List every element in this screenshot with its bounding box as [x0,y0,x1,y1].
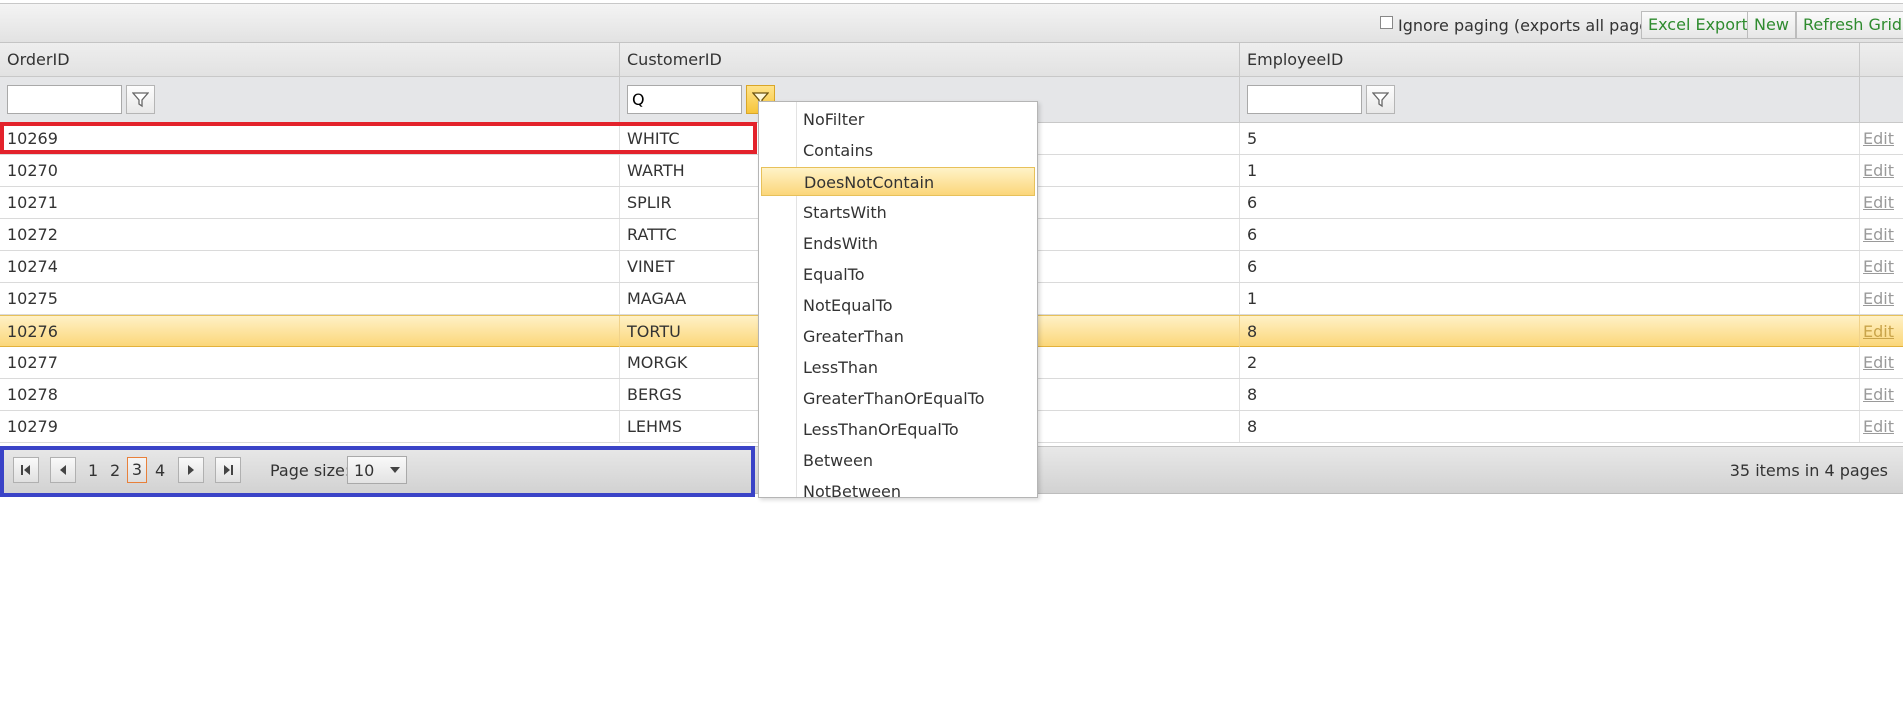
filter-option-greaterthanorequalto[interactable]: GreaterThanOrEqualTo [761,384,1035,413]
employeeid-cell: 2 [1240,347,1860,378]
filter-option-lessthan[interactable]: LessThan [761,353,1035,382]
employeeid-cell: 8 [1240,379,1860,410]
grid-toolbar: Ignore paging (exports all pages) Excel … [0,3,1903,43]
filter-cell-orderid [0,77,620,122]
employeeid-cell: 6 [1240,251,1860,282]
refresh-grid-button[interactable]: Refresh Grid [1796,11,1903,39]
filter-option-lessthanorequalto[interactable]: LessThanOrEqualTo [761,415,1035,444]
filter-icon [132,92,149,108]
edit-link[interactable]: Edit [1863,379,1894,410]
pager-info: 35 items in 4 pages [1729,461,1888,480]
orderid-cell: 10275 [0,283,620,314]
orderid-cell: 10277 [0,347,620,378]
filter-menu: NoFilter Contains DoesNotContain StartsW… [758,101,1038,498]
highlight-pager-annotation [0,446,755,497]
filter-cell-employeeid [1240,77,1860,122]
column-header-edit [1860,43,1903,76]
filter-icon [1372,92,1389,108]
employeeid-filter-button[interactable] [1366,85,1395,114]
edit-link[interactable]: Edit [1863,251,1894,282]
ignore-paging-label: Ignore paging (exports all pages) [1398,16,1664,35]
excel-export-button[interactable]: Excel Export [1641,11,1755,39]
employeeid-cell: 8 [1240,411,1860,442]
orderid-cell: 10271 [0,187,620,218]
orderid-cell: 10272 [0,219,620,250]
employeeid-cell: 1 [1240,155,1860,186]
orderid-cell: 10278 [0,379,620,410]
filter-option-endswith[interactable]: EndsWith [761,229,1035,258]
orderid-cell: 10270 [0,155,620,186]
edit-link[interactable]: Edit [1863,347,1894,378]
orderid-cell: 10279 [0,411,620,442]
edit-link[interactable]: Edit [1863,123,1894,154]
edit-link[interactable]: Edit [1863,283,1894,314]
column-header-customerid[interactable]: CustomerID [620,43,1240,76]
employeeid-cell: 6 [1240,187,1860,218]
edit-link[interactable]: Edit [1863,316,1894,347]
orderid-filter-input[interactable] [7,85,122,114]
filter-option-equalto[interactable]: EqualTo [761,260,1035,289]
grid-header-row: OrderID CustomerID EmployeeID [0,43,1903,77]
employeeid-cell: 6 [1240,219,1860,250]
filter-option-notbetween[interactable]: NotBetween [761,477,1035,497]
highlight-first-row-annotation [0,122,757,154]
column-header-orderid[interactable]: OrderID [0,43,620,76]
edit-link[interactable]: Edit [1863,155,1894,186]
employeeid-cell: 1 [1240,283,1860,314]
filter-option-between[interactable]: Between [761,446,1035,475]
orderid-cell: 10274 [0,251,620,282]
customerid-filter-input[interactable] [627,85,742,114]
employeeid-filter-input[interactable] [1247,85,1362,114]
filter-option-greaterthan[interactable]: GreaterThan [761,322,1035,351]
employeeid-cell: 5 [1240,123,1860,154]
orderid-filter-button[interactable] [126,85,155,114]
filter-option-doesnotcontain[interactable]: DoesNotContain [761,167,1035,196]
edit-link[interactable]: Edit [1863,411,1894,442]
employeeid-cell: 8 [1240,316,1860,347]
ignore-paging-checkbox[interactable] [1380,16,1393,29]
column-header-employeeid[interactable]: EmployeeID [1240,43,1860,76]
new-button[interactable]: New [1747,11,1796,39]
filter-option-notequalto[interactable]: NotEqualTo [761,291,1035,320]
filter-option-contains[interactable]: Contains [761,136,1035,165]
filter-option-startswith[interactable]: StartsWith [761,198,1035,227]
filter-cell-edit [1860,77,1903,122]
orderid-cell: 10276 [0,316,620,347]
edit-link[interactable]: Edit [1863,187,1894,218]
filter-option-nofilter[interactable]: NoFilter [761,105,1035,134]
edit-link[interactable]: Edit [1863,219,1894,250]
